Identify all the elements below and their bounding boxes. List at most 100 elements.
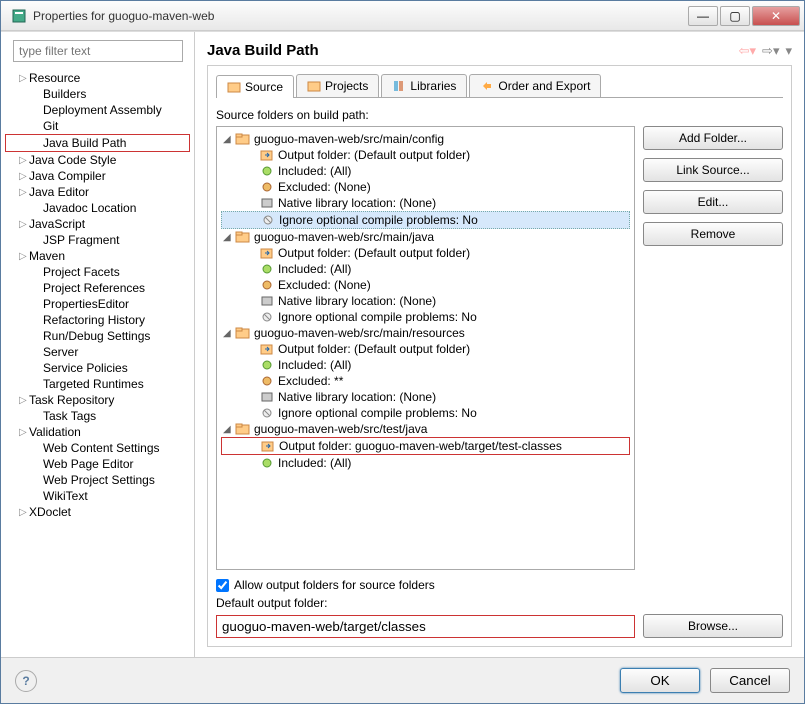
source-tree[interactable]: ◢guoguo-maven-web/src/main/configOutput …: [216, 126, 635, 570]
expand-icon[interactable]: ▷: [19, 155, 29, 166]
inc-icon: [259, 358, 275, 372]
inc-icon: [259, 164, 275, 178]
collapse-icon[interactable]: ◢: [223, 134, 235, 145]
tab-libraries[interactable]: Libraries: [381, 74, 467, 97]
source-property[interactable]: Ignore optional compile problems: No: [221, 405, 630, 421]
expand-icon[interactable]: ▷: [19, 251, 29, 262]
nav-item[interactable]: ▷Maven: [5, 248, 190, 264]
nav-item[interactable]: Task Tags: [5, 408, 190, 424]
add-folder-button[interactable]: Add Folder...: [643, 126, 783, 150]
expand-icon[interactable]: ▷: [19, 187, 29, 198]
source-folder[interactable]: ◢guoguo-maven-web/src/main/config: [221, 131, 630, 147]
inc-icon: [259, 456, 275, 470]
maximize-button[interactable]: ▢: [720, 6, 750, 26]
source-property[interactable]: Output folder: guoguo-maven-web/target/t…: [221, 437, 630, 455]
nav-item[interactable]: Project Facets: [5, 264, 190, 280]
link-source-button[interactable]: Link Source...: [643, 158, 783, 182]
tab-order[interactable]: Order and Export: [469, 74, 601, 97]
nav-item[interactable]: ▷Task Repository: [5, 392, 190, 408]
cancel-button[interactable]: Cancel: [710, 668, 790, 693]
expand-icon[interactable]: ▷: [19, 171, 29, 182]
nav-item[interactable]: Project References: [5, 280, 190, 296]
nav-item[interactable]: ▷Java Code Style: [5, 152, 190, 168]
collapse-icon[interactable]: ◢: [223, 232, 235, 243]
source-property[interactable]: Included: (All): [221, 261, 630, 277]
nav-item[interactable]: ▷Resource: [5, 70, 190, 86]
ok-button[interactable]: OK: [620, 668, 700, 693]
inc-icon: [259, 262, 275, 276]
source-property[interactable]: Included: (All): [221, 357, 630, 373]
property-text: Excluded: **: [278, 374, 343, 388]
browse-button[interactable]: Browse...: [643, 614, 783, 638]
nav-item[interactable]: PropertiesEditor: [5, 296, 190, 312]
remove-button[interactable]: Remove: [643, 222, 783, 246]
expand-icon[interactable]: ▷: [19, 73, 29, 84]
source-property[interactable]: Excluded: (None): [221, 179, 630, 195]
nav-item[interactable]: Run/Debug Settings: [5, 328, 190, 344]
source-property[interactable]: Native library location: (None): [221, 195, 630, 211]
nav-item[interactable]: ▷XDoclet: [5, 504, 190, 520]
nav-item-label: Java Code Style: [29, 153, 116, 167]
nav-item[interactable]: Web Page Editor: [5, 456, 190, 472]
nav-item[interactable]: ▷Validation: [5, 424, 190, 440]
nav-item-label: Targeted Runtimes: [43, 377, 144, 391]
source-property[interactable]: Output folder: (Default output folder): [221, 245, 630, 261]
nav-item[interactable]: Web Content Settings: [5, 440, 190, 456]
source-property[interactable]: Ignore optional compile problems: No: [221, 211, 630, 229]
source-folder[interactable]: ◢guoguo-maven-web/src/main/resources: [221, 325, 630, 341]
source-property[interactable]: Native library location: (None): [221, 389, 630, 405]
nav-item[interactable]: Java Build Path: [5, 134, 190, 152]
source-property[interactable]: Included: (All): [221, 455, 630, 471]
help-icon[interactable]: ?: [15, 670, 37, 692]
collapse-icon[interactable]: ◢: [223, 424, 235, 435]
folder-path: guoguo-maven-web/src/main/java: [254, 230, 434, 244]
nav-item[interactable]: Deployment Assembly: [5, 102, 190, 118]
expand-icon[interactable]: ▷: [19, 507, 29, 518]
nav-item[interactable]: Git: [5, 118, 190, 134]
nav-item-label: Builders: [43, 87, 86, 101]
expand-icon[interactable]: ▷: [19, 427, 29, 438]
forward-icon[interactable]: ⇨▾: [762, 43, 779, 59]
nav-item-label: Refactoring History: [43, 313, 145, 327]
source-property[interactable]: Output folder: (Default output folder): [221, 341, 630, 357]
nav-item[interactable]: Builders: [5, 86, 190, 102]
source-property[interactable]: Native library location: (None): [221, 293, 630, 309]
nav-item[interactable]: WikiText: [5, 488, 190, 504]
nav-item[interactable]: Refactoring History: [5, 312, 190, 328]
expand-icon[interactable]: ▷: [19, 219, 29, 230]
filter-input[interactable]: [13, 40, 183, 62]
minimize-button[interactable]: —: [688, 6, 718, 26]
nav-item[interactable]: Javadoc Location: [5, 200, 190, 216]
nav-item[interactable]: Web Project Settings: [5, 472, 190, 488]
source-property[interactable]: Output folder: (Default output folder): [221, 147, 630, 163]
nav-item[interactable]: Targeted Runtimes: [5, 376, 190, 392]
source-property[interactable]: Ignore optional compile problems: No: [221, 309, 630, 325]
tab-projects[interactable]: Projects: [296, 74, 379, 97]
nav-item[interactable]: ▷Java Compiler: [5, 168, 190, 184]
expand-icon[interactable]: ▷: [19, 395, 29, 406]
source-tab-icon: [227, 80, 241, 94]
nav-tree: ▷ResourceBuildersDeployment AssemblyGitJ…: [5, 70, 190, 520]
nav-item[interactable]: JSP Fragment: [5, 232, 190, 248]
source-property[interactable]: Included: (All): [221, 163, 630, 179]
nav-item[interactable]: ▷JavaScript: [5, 216, 190, 232]
nav-item[interactable]: Server: [5, 344, 190, 360]
back-icon[interactable]: ⇦▾: [739, 43, 756, 59]
allow-output-checkbox[interactable]: [216, 579, 229, 592]
nav-item[interactable]: ▷Java Editor: [5, 184, 190, 200]
main-panel: Java Build Path ⇦▾ ⇨▾ ▾ Source Projects …: [195, 32, 804, 657]
source-folder[interactable]: ◢guoguo-maven-web/src/test/java: [221, 421, 630, 437]
property-text: Ignore optional compile problems: No: [279, 213, 478, 227]
source-property[interactable]: Excluded: **: [221, 373, 630, 389]
collapse-icon[interactable]: ◢: [223, 328, 235, 339]
property-text: Included: (All): [278, 456, 351, 470]
edit-button[interactable]: Edit...: [643, 190, 783, 214]
source-property[interactable]: Excluded: (None): [221, 277, 630, 293]
default-output-input[interactable]: [216, 615, 635, 638]
close-button[interactable]: ✕: [752, 6, 800, 26]
menu-icon[interactable]: ▾: [785, 43, 792, 59]
source-folder[interactable]: ◢ guoguo-maven-web/src/main/java: [221, 229, 630, 245]
tab-source[interactable]: Source: [216, 75, 294, 98]
nav-item[interactable]: Service Policies: [5, 360, 190, 376]
property-text: Native library location: (None): [278, 196, 436, 210]
